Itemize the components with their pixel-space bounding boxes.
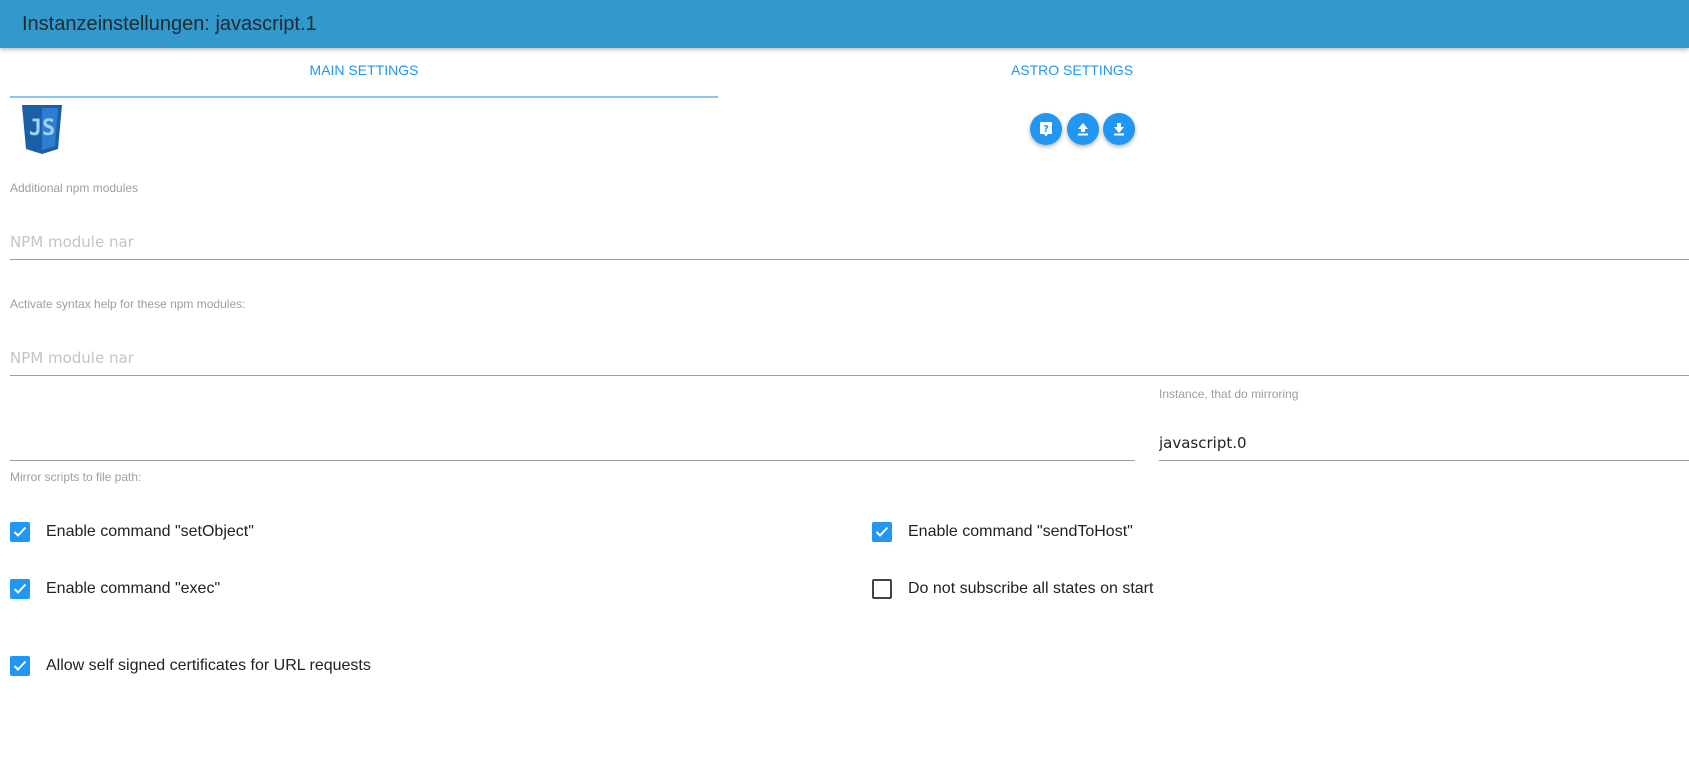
javascript-logo-icon: JS [20,104,64,154]
self-signed-label: Allow self signed certificates for URL r… [46,657,371,674]
mirror-instance-label: Instance, that do mirroring [1159,387,1299,401]
tab-astro-settings[interactable]: ASTRO SETTINGS [718,62,1426,96]
mirror-path-label: Mirror scripts to file path: [10,470,142,484]
checkmark-icon [13,660,27,671]
exec-checkbox[interactable] [10,579,30,599]
exec-checkbox-row[interactable]: Enable command "exec" [10,577,220,601]
help-button[interactable]: ? [1030,113,1062,145]
no-subscribe-checkbox-row[interactable]: Do not subscribe all states on start [872,577,1153,601]
logo-text: JS [29,116,56,141]
self-signed-checkbox-row[interactable]: Allow self signed certificates for URL r… [10,654,371,678]
upload-button[interactable] [1067,113,1099,145]
mirror-instance-select[interactable] [1159,426,1689,461]
upload-icon [1078,123,1088,136]
title-bar: Instanzeinstellungen: javascript.1 [0,0,1689,48]
npm-modules-input[interactable] [10,225,1689,260]
tab-main-settings[interactable]: MAIN SETTINGS [10,62,718,98]
sendtohost-checkbox[interactable] [872,522,892,542]
syntax-help-input[interactable] [10,341,1689,376]
exec-label: Enable command "exec" [46,580,221,597]
setobject-label: Enable command "setObject" [46,523,254,540]
self-signed-checkbox[interactable] [10,656,30,676]
setobject-checkbox[interactable] [10,522,30,542]
download-icon [1114,123,1124,136]
checkmark-icon [875,526,889,537]
syntax-help-label: Activate syntax help for these npm modul… [10,297,246,311]
no-subscribe-label: Do not subscribe all states on start [908,580,1154,597]
npm-modules-label: Additional npm modules [10,181,139,195]
help-icon: ? [1040,122,1052,137]
svg-text:?: ? [1043,124,1049,135]
window-title: Instanzeinstellungen: javascript.1 [22,13,317,35]
sendtohost-label: Enable command "sendToHost" [908,523,1133,540]
sendtohost-checkbox-row[interactable]: Enable command "sendToHost" [872,520,1133,544]
checkmark-icon [13,583,27,594]
mirror-path-input[interactable] [10,426,1135,461]
download-button[interactable] [1103,113,1135,145]
setobject-checkbox-row[interactable]: Enable command "setObject" [10,520,254,544]
checkmark-icon [13,526,27,537]
no-subscribe-checkbox[interactable] [872,579,892,599]
